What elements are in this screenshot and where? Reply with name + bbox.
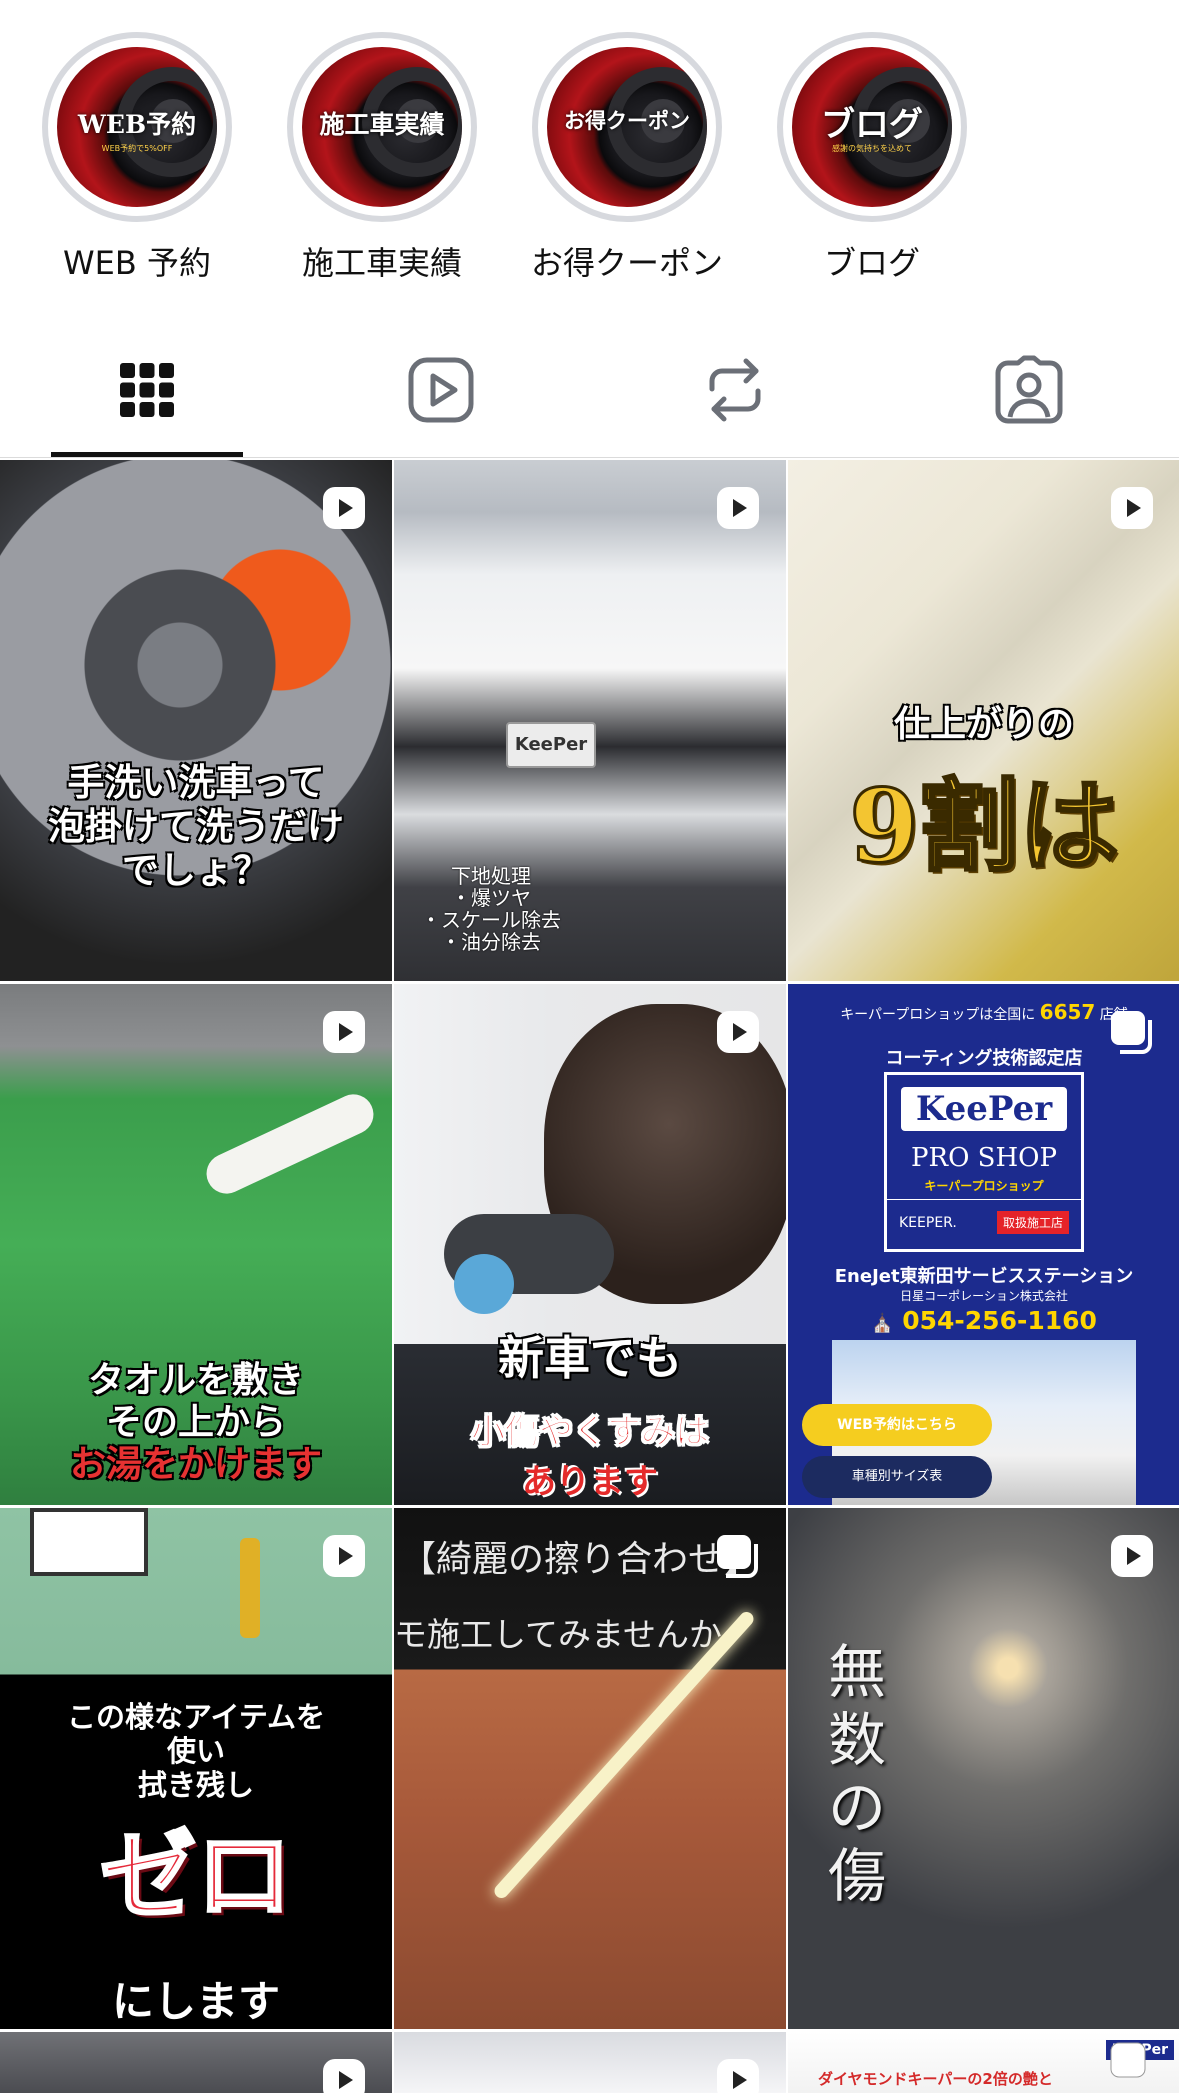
reel-badge-icon: [323, 1535, 365, 1577]
highlight-cover-text: お得クーポン: [564, 108, 690, 133]
post-caption: 下地処理 ・爆ツヤ ・スケール除去 ・油分除去: [421, 864, 561, 954]
highlight-coupons[interactable]: お得クーポン お得クーポン: [530, 30, 730, 282]
post-thumbnail[interactable]: [394, 2032, 786, 2093]
keeper-logo: KeePer: [901, 1087, 1067, 1131]
post-thumbnail[interactable]: キーパープロショップは全国に 6657 店舗 コーティング技術認定店 KeePe…: [788, 984, 1179, 1505]
highlight-cover-image: ブログ 感謝の気持ちを込めて: [792, 47, 952, 207]
post-thumbnail[interactable]: [0, 2032, 392, 2093]
post-caption: ダイヤモンドキーパーの2倍の艶と: [818, 2070, 1053, 2088]
post-caption-top: 新車でも: [497, 1330, 683, 1386]
keeper-brand-text: KEEPER.: [899, 1215, 957, 1231]
pro-shop-text: PRO SHOP: [911, 1143, 1057, 1173]
reel-badge-icon: [717, 1011, 759, 1053]
highlight-label: 施工車実績: [301, 244, 462, 282]
post-caption: 手洗い洗車って 泡掛けて洗うだけ でしょ？: [47, 759, 345, 893]
highlight-cover-text: WEB予約: [77, 110, 197, 139]
carousel-badge-icon: [1111, 1011, 1152, 1054]
tab-divider: [0, 457, 1179, 458]
tab-posts[interactable]: [0, 330, 294, 458]
highlight-cover-image: 施工車実績: [302, 47, 462, 207]
post-thumbnail[interactable]: KeePer 下地処理 ・爆ツヤ ・スケール除去 ・油分除去: [394, 460, 786, 981]
tab-tagged[interactable]: [882, 330, 1176, 458]
post-thumbnail[interactable]: 無数の傷: [788, 1508, 1179, 2029]
web-reservation-button[interactable]: WEB予約はこちら: [802, 1404, 992, 1446]
reel-badge-icon: [323, 2059, 365, 2093]
carousel-badge-icon: [717, 1535, 758, 1578]
post-thumbnail[interactable]: ダイヤモンドキーパーの2倍の艶と KeePer: [788, 2032, 1179, 2093]
polishing-pad: [454, 1254, 514, 1314]
highlight-label: お得クーポン: [530, 244, 723, 282]
profile-tab-bar: [0, 330, 1179, 458]
highlight-work-results[interactable]: 施工車実績 施工車実績: [285, 30, 485, 282]
highlight-label: ブログ: [823, 244, 920, 282]
keeper-proshop-badge: KeePer PRO SHOP キーパープロショップ KEEPER. 取扱施工店: [884, 1072, 1084, 1252]
highlight-cover-text: ブログ: [821, 105, 923, 145]
post-thumbnail[interactable]: 新車でも 小傷やくすみは あります: [394, 984, 786, 1505]
post-caption-cut: あります: [522, 1462, 658, 1502]
tab-reposts[interactable]: [588, 330, 882, 458]
post-caption-top: 仕上がりの: [893, 702, 1075, 746]
post-caption-bottom: にします: [111, 1976, 281, 2027]
highlight-cover-subtext: 感謝の気持ちを込めて: [832, 144, 912, 153]
license-plate: KeePer: [506, 722, 596, 768]
post-thumbnail[interactable]: 仕上がりの 9割は: [788, 460, 1179, 981]
reels-play-icon: [408, 357, 474, 423]
post-thumbnail[interactable]: タオルを敷き その上から お湯をかけます: [0, 984, 392, 1505]
reel-badge-icon: [717, 2059, 759, 2093]
highlight-label: WEB 予約: [63, 244, 211, 282]
highlight-blog[interactable]: ブログ 感謝の気持ちを込めて ブログ: [775, 30, 975, 282]
highlight-cover-subtext: WEB予約で5%OFF: [101, 144, 173, 153]
building-icon: ⛪: [871, 1313, 894, 1334]
reel-badge-icon: [323, 1011, 365, 1053]
highlight-web-reservation[interactable]: WEB予約 WEB予約で5%OFF WEB 予約: [40, 30, 240, 282]
phone-number: ⛪ 054-256-1160: [871, 1306, 1097, 1335]
post-caption-line-2: モ施工してみませんか: [394, 1615, 723, 1654]
post-caption-red: 小傷やくすみは: [471, 1412, 710, 1453]
highlight-cover-text: 施工車実績: [319, 110, 445, 139]
story-highlights-tray: WEB予約 WEB予約で5%OFF WEB 予約 施工車実績 施工車実績 お得ク…: [0, 0, 1179, 300]
reel-badge-icon: [1111, 1535, 1153, 1577]
carousel-badge-icon: [1110, 2042, 1146, 2078]
post-caption-vertical: 無数の傷: [828, 1638, 887, 1910]
tab-reels[interactable]: [294, 330, 588, 458]
station-name: EneJet東新田サービスステーション: [834, 1266, 1134, 1287]
post-thumbnail[interactable]: 手洗い洗車って 泡掛けて洗うだけ でしょ？: [0, 460, 392, 981]
reel-badge-icon: [323, 487, 365, 529]
size-chart-button[interactable]: 車種別サイズ表: [802, 1456, 992, 1498]
spray-bottle: [199, 1087, 381, 1201]
post-thumbnail[interactable]: この様なアイテムを 使い 拭き残し ゼロ にします: [0, 1508, 392, 2029]
reel-badge-icon: [1111, 487, 1153, 529]
company-name: 日星コーポレーション株式会社: [900, 1289, 1068, 1303]
repost-icon: [709, 358, 761, 422]
pro-shop-kana: キーパープロショップ: [924, 1179, 1044, 1193]
post-caption-big: ゼロ: [99, 1818, 294, 1934]
post-thumbnail[interactable]: 【綺麗の擦り合わせ】 モ施工してみませんか: [394, 1508, 786, 2029]
dealer-tag: 取扱施工店: [996, 1211, 1069, 1234]
highlight-cover-image: お得クーポン: [547, 47, 707, 207]
post-caption-line-1: 【綺麗の擦り合わせ】: [400, 1539, 761, 1580]
tagged-person-icon: [995, 355, 1063, 424]
led-panel: [30, 1508, 148, 1576]
post-caption: タオルを敷き その上から お湯をかけます: [69, 1358, 323, 1486]
grid-icon: [120, 363, 174, 417]
reel-badge-icon: [717, 487, 759, 529]
highlight-cover-image: WEB予約 WEB予約で5%OFF: [57, 47, 217, 207]
post-caption-big: 9割は: [848, 766, 1121, 887]
yellow-tool: [240, 1538, 260, 1638]
post-caption: この様なアイテムを 使い 拭き残し: [66, 1699, 326, 1803]
